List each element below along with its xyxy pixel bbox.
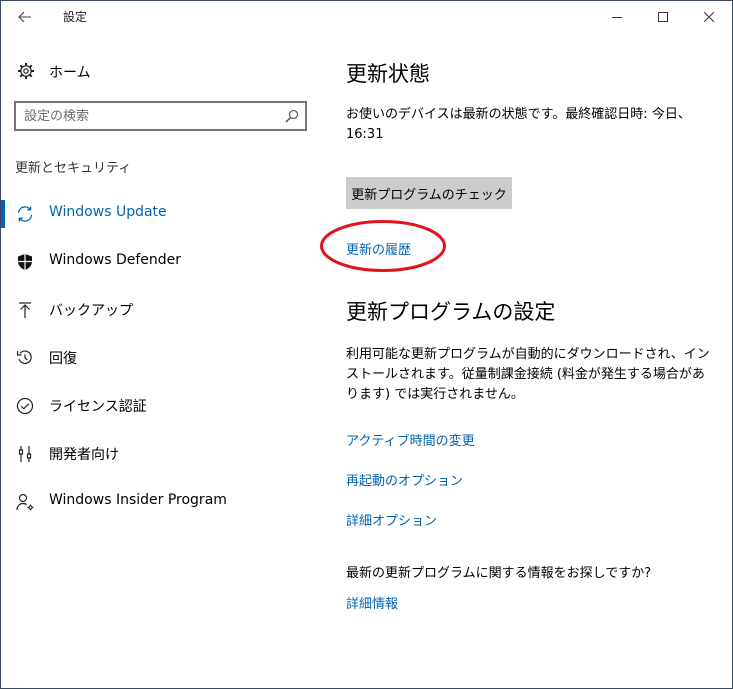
sidebar-item-windows-update[interactable]: Windows Update: [1, 194, 331, 234]
sidebar-item-windows-insider[interactable]: Windows Insider Program: [1, 482, 331, 522]
sidebar-item-label: 回復: [49, 351, 77, 367]
sidebar-item-label: Windows Update: [49, 204, 167, 220]
developer-tools-icon: [18, 446, 32, 462]
title-bar: 設定: [1, 1, 732, 33]
red-annotation-circle: [320, 220, 446, 272]
nav-home[interactable]: ホーム: [1, 55, 331, 87]
settings-search-box[interactable]: [14, 101, 307, 131]
sidebar-item-activation[interactable]: ライセンス認証: [1, 386, 331, 426]
sync-icon: [17, 206, 33, 222]
sidebar-item-developers[interactable]: 開発者向け: [1, 434, 331, 474]
back-button[interactable]: [9, 5, 41, 29]
update-settings-description: 利用可能な更新プログラムが自動的にダウンロードされ、インストールされます。従量制…: [346, 347, 710, 402]
sidebar-item-windows-defender[interactable]: Windows Defender: [1, 242, 331, 282]
close-button[interactable]: [686, 1, 732, 33]
update-settings-heading: 更新プログラムの設定: [346, 300, 556, 324]
shield-icon: [18, 254, 32, 270]
window-title: 設定: [63, 10, 88, 24]
sidebar-item-label: バックアップ: [49, 303, 133, 319]
backup-arrow-icon: [19, 302, 31, 318]
activation-check-icon: [16, 397, 34, 415]
settings-window: 設定 ホーム 設定の検索 更新とセキュリティ Windows Update Wi…: [0, 0, 733, 689]
section-heading: 更新とセキュリティ: [15, 161, 132, 176]
minimize-icon: [612, 17, 622, 18]
maximize-icon: [658, 12, 668, 22]
check-for-updates-button[interactable]: 更新プログラムのチェック: [346, 177, 512, 209]
update-status-heading: 更新状態: [346, 62, 430, 86]
sidebar-item-label: 開発者向け: [49, 447, 119, 463]
search-icon[interactable]: [285, 109, 299, 123]
back-arrow-icon: [18, 11, 31, 23]
update-status-message: お使いのデバイスは最新の状態です。最終確認日時: 今日、16:31: [346, 107, 691, 142]
sidebar-item-backup[interactable]: バックアップ: [1, 290, 331, 330]
gear-icon: [18, 63, 34, 79]
maximize-button[interactable]: [640, 1, 686, 33]
insider-person-icon: [16, 493, 34, 511]
sidebar-item-label: ライセンス認証: [49, 399, 147, 415]
restart-options-link[interactable]: 再起動のオプション: [346, 470, 463, 489]
advanced-options-link[interactable]: 詳細オプション: [346, 510, 437, 529]
recovery-icon: [16, 350, 32, 365]
minimize-button[interactable]: [594, 1, 640, 33]
change-active-hours-link[interactable]: アクティブ時間の変更: [346, 430, 475, 449]
selection-indicator: [1, 200, 5, 228]
sidebar-item-label: Windows Defender: [49, 252, 182, 268]
info-question: 最新の更新プログラムに関する情報をお探しですか?: [346, 566, 652, 581]
learn-more-link[interactable]: 詳細情報: [346, 593, 398, 612]
sidebar-item-label: Windows Insider Program: [49, 492, 227, 508]
sidebar-item-recovery[interactable]: 回復: [1, 338, 331, 378]
close-icon: [704, 12, 714, 22]
search-input[interactable]: [24, 108, 274, 124]
nav-home-label: ホーム: [49, 65, 91, 81]
